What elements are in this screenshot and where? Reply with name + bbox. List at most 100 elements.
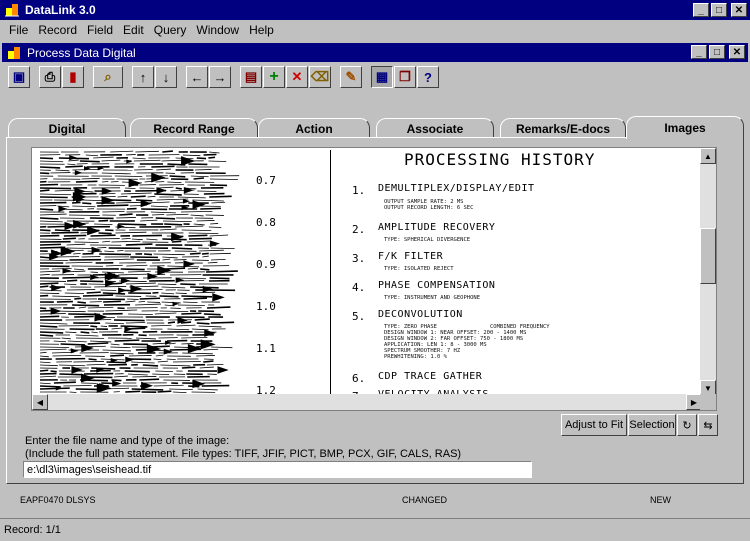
step-name: CDP TRACE GATHER xyxy=(378,371,483,382)
child-window-title: Process Data Digital xyxy=(27,45,136,60)
arrow-left-icon: ← xyxy=(190,69,204,85)
menu-bar: File Record Field Edit Query Window Help xyxy=(0,20,750,40)
print-button[interactable]: ⎙ xyxy=(39,66,61,88)
arrow-down-icon: ↓ xyxy=(162,69,170,85)
step-number: 4. xyxy=(352,281,366,294)
menu-file[interactable]: File xyxy=(4,23,33,37)
menu-record[interactable]: Record xyxy=(33,23,82,37)
previous-record-button[interactable]: ← xyxy=(186,66,208,88)
tab-record-range[interactable]: Record Range xyxy=(130,118,258,138)
exit-door-icon: ▮ xyxy=(69,69,77,84)
print-icon: ⎙ xyxy=(44,69,56,84)
horizontal-scrollbar[interactable]: ◀ ▶ xyxy=(32,394,702,410)
close-button[interactable]: ✕ xyxy=(731,3,747,17)
tab-action[interactable]: Action xyxy=(258,118,370,138)
vertical-scrollbar[interactable]: ▲ ▼ xyxy=(700,148,716,396)
time-axis-label: 1.0 xyxy=(256,300,276,313)
tab-remarks-edocs[interactable]: Remarks/E-docs xyxy=(500,118,626,138)
child-close-button[interactable]: ✕ xyxy=(729,45,745,59)
adjust-to-fit-button[interactable]: Adjust to Fit xyxy=(561,414,627,436)
toolbar: ▣ ⎙ ▮ ⌕ ↑ ↓ ← → ▤ + ✕ ⌫ ✎ ▦ ❐ ? xyxy=(2,62,748,92)
status-changed: CHANGED xyxy=(402,495,448,505)
edit-button[interactable]: ✎ xyxy=(340,66,362,88)
step-name: DECONVOLUTION xyxy=(378,309,463,320)
step-detail: TYPE: ISOLATED REJECT xyxy=(384,266,454,272)
menu-edit[interactable]: Edit xyxy=(118,23,149,37)
image-viewer[interactable]: 0.7 0.8 0.9 1.0 1.1 1.2 PROCESSING HISTORY 1.… xyxy=(31,147,717,411)
arrow-right-icon: → xyxy=(213,69,227,85)
processing-history-sheet: PROCESSING HISTORY 1. DEMULTIPLEX/DISPLA… xyxy=(332,148,702,403)
time-axis-label: 0.8 xyxy=(256,216,276,229)
menu-window[interactable]: Window xyxy=(191,23,244,37)
exit-button[interactable]: ▮ xyxy=(62,66,84,88)
menu-help[interactable]: Help xyxy=(244,23,279,37)
triangle-up-icon: ▲ xyxy=(704,151,712,161)
app-title-bar[interactable]: DataLink 3.0 _ □ ✕ xyxy=(0,0,750,20)
tab-images[interactable]: Images xyxy=(626,116,744,139)
record-indicator: Record: 1/1 xyxy=(4,524,61,536)
instructions-line-1: Enter the file name and type of the imag… xyxy=(25,435,230,447)
seismic-traces xyxy=(39,150,240,394)
delete-record-icon: ✕ xyxy=(291,69,303,84)
menu-query[interactable]: Query xyxy=(149,23,192,37)
app-logo-icon xyxy=(4,2,20,18)
status-user: EAPF0470 DLSYS xyxy=(20,495,96,505)
time-axis-label: 1.1 xyxy=(256,342,276,355)
view-record-button[interactable]: ▤ xyxy=(240,66,262,88)
child-maximize-button[interactable]: □ xyxy=(709,45,725,59)
triangle-right-icon: ▶ xyxy=(690,397,698,407)
image-divider-line xyxy=(330,150,331,394)
step-number: 6. xyxy=(352,372,366,385)
status-bar: Record: 1/1 xyxy=(0,518,750,541)
status-new: NEW xyxy=(650,495,671,505)
tab-associate[interactable]: Associate xyxy=(376,118,494,138)
next-record-button[interactable]: → xyxy=(209,66,231,88)
child-window-icon xyxy=(6,45,22,61)
scroll-up-button[interactable]: ▲ xyxy=(700,148,716,164)
seismic-section-image: 0.7 0.8 0.9 1.0 1.1 1.2 xyxy=(32,148,330,396)
rotate-icon: ↻ xyxy=(682,419,692,432)
help-icon: ? xyxy=(424,69,432,85)
file-instructions: Enter the file name and type of the imag… xyxy=(25,435,461,461)
delete-record-button[interactable]: ✕ xyxy=(286,66,308,88)
scroll-left-button[interactable]: ◀ xyxy=(32,394,48,410)
menu-field[interactable]: Field xyxy=(82,23,118,37)
vertical-scroll-thumb[interactable] xyxy=(700,228,716,284)
edit-pencil-icon: ✎ xyxy=(345,69,357,84)
lookup-icon: ⌕ xyxy=(104,69,112,84)
lookup-button[interactable]: ⌕ xyxy=(93,66,123,88)
tab-digital[interactable]: Digital xyxy=(8,118,126,138)
grid-view-button[interactable]: ▦ xyxy=(371,66,393,88)
time-axis-label: 0.7 xyxy=(256,174,276,187)
step-name: AMPLITUDE RECOVERY xyxy=(378,222,496,233)
flip-image-button[interactable]: ⇆ xyxy=(698,414,718,436)
arrow-up-icon: ↑ xyxy=(139,69,147,85)
scroll-corner xyxy=(700,394,716,410)
tab-strip: Digital Record Range Action Associate Re… xyxy=(8,116,746,139)
child-window-title-bar[interactable]: Process Data Digital _ □ ✕ xyxy=(2,43,748,62)
save-button[interactable]: ▣ xyxy=(8,66,30,88)
view-record-icon: ▤ xyxy=(244,69,258,84)
selection-button[interactable]: Selection xyxy=(628,414,676,436)
grid-view-icon: ▦ xyxy=(375,69,389,84)
step-detail: OUTPUT SAMPLE RATE: 2 MS OUTPUT RECORD L… xyxy=(384,199,474,211)
clear-button[interactable]: ⌫ xyxy=(309,66,331,88)
triangle-down-icon: ▼ xyxy=(704,383,712,393)
step-detail: TYPE: ZERO PHASE COMBINED FREQUENCY DESI… xyxy=(384,324,550,360)
app-title: DataLink 3.0 xyxy=(25,3,96,17)
step-number: 1. xyxy=(352,184,366,197)
record-status-row: EAPF0470 DLSYS CHANGED NEW xyxy=(6,492,744,507)
help-button[interactable]: ? xyxy=(417,66,439,88)
add-record-button[interactable]: + xyxy=(263,66,285,88)
record-up-button[interactable]: ↑ xyxy=(132,66,154,88)
maximize-button[interactable]: □ xyxy=(711,3,727,17)
image-file-path-input[interactable] xyxy=(23,461,532,478)
record-down-button[interactable]: ↓ xyxy=(155,66,177,88)
step-number: 5. xyxy=(352,310,366,323)
add-record-icon: + xyxy=(269,68,279,85)
rotate-image-button[interactable]: ↻ xyxy=(677,414,697,436)
documents-button[interactable]: ❐ xyxy=(394,66,416,88)
child-minimize-button[interactable]: _ xyxy=(691,45,707,59)
step-name: DEMULTIPLEX/DISPLAY/EDIT xyxy=(378,183,535,194)
minimize-button[interactable]: _ xyxy=(693,3,709,17)
